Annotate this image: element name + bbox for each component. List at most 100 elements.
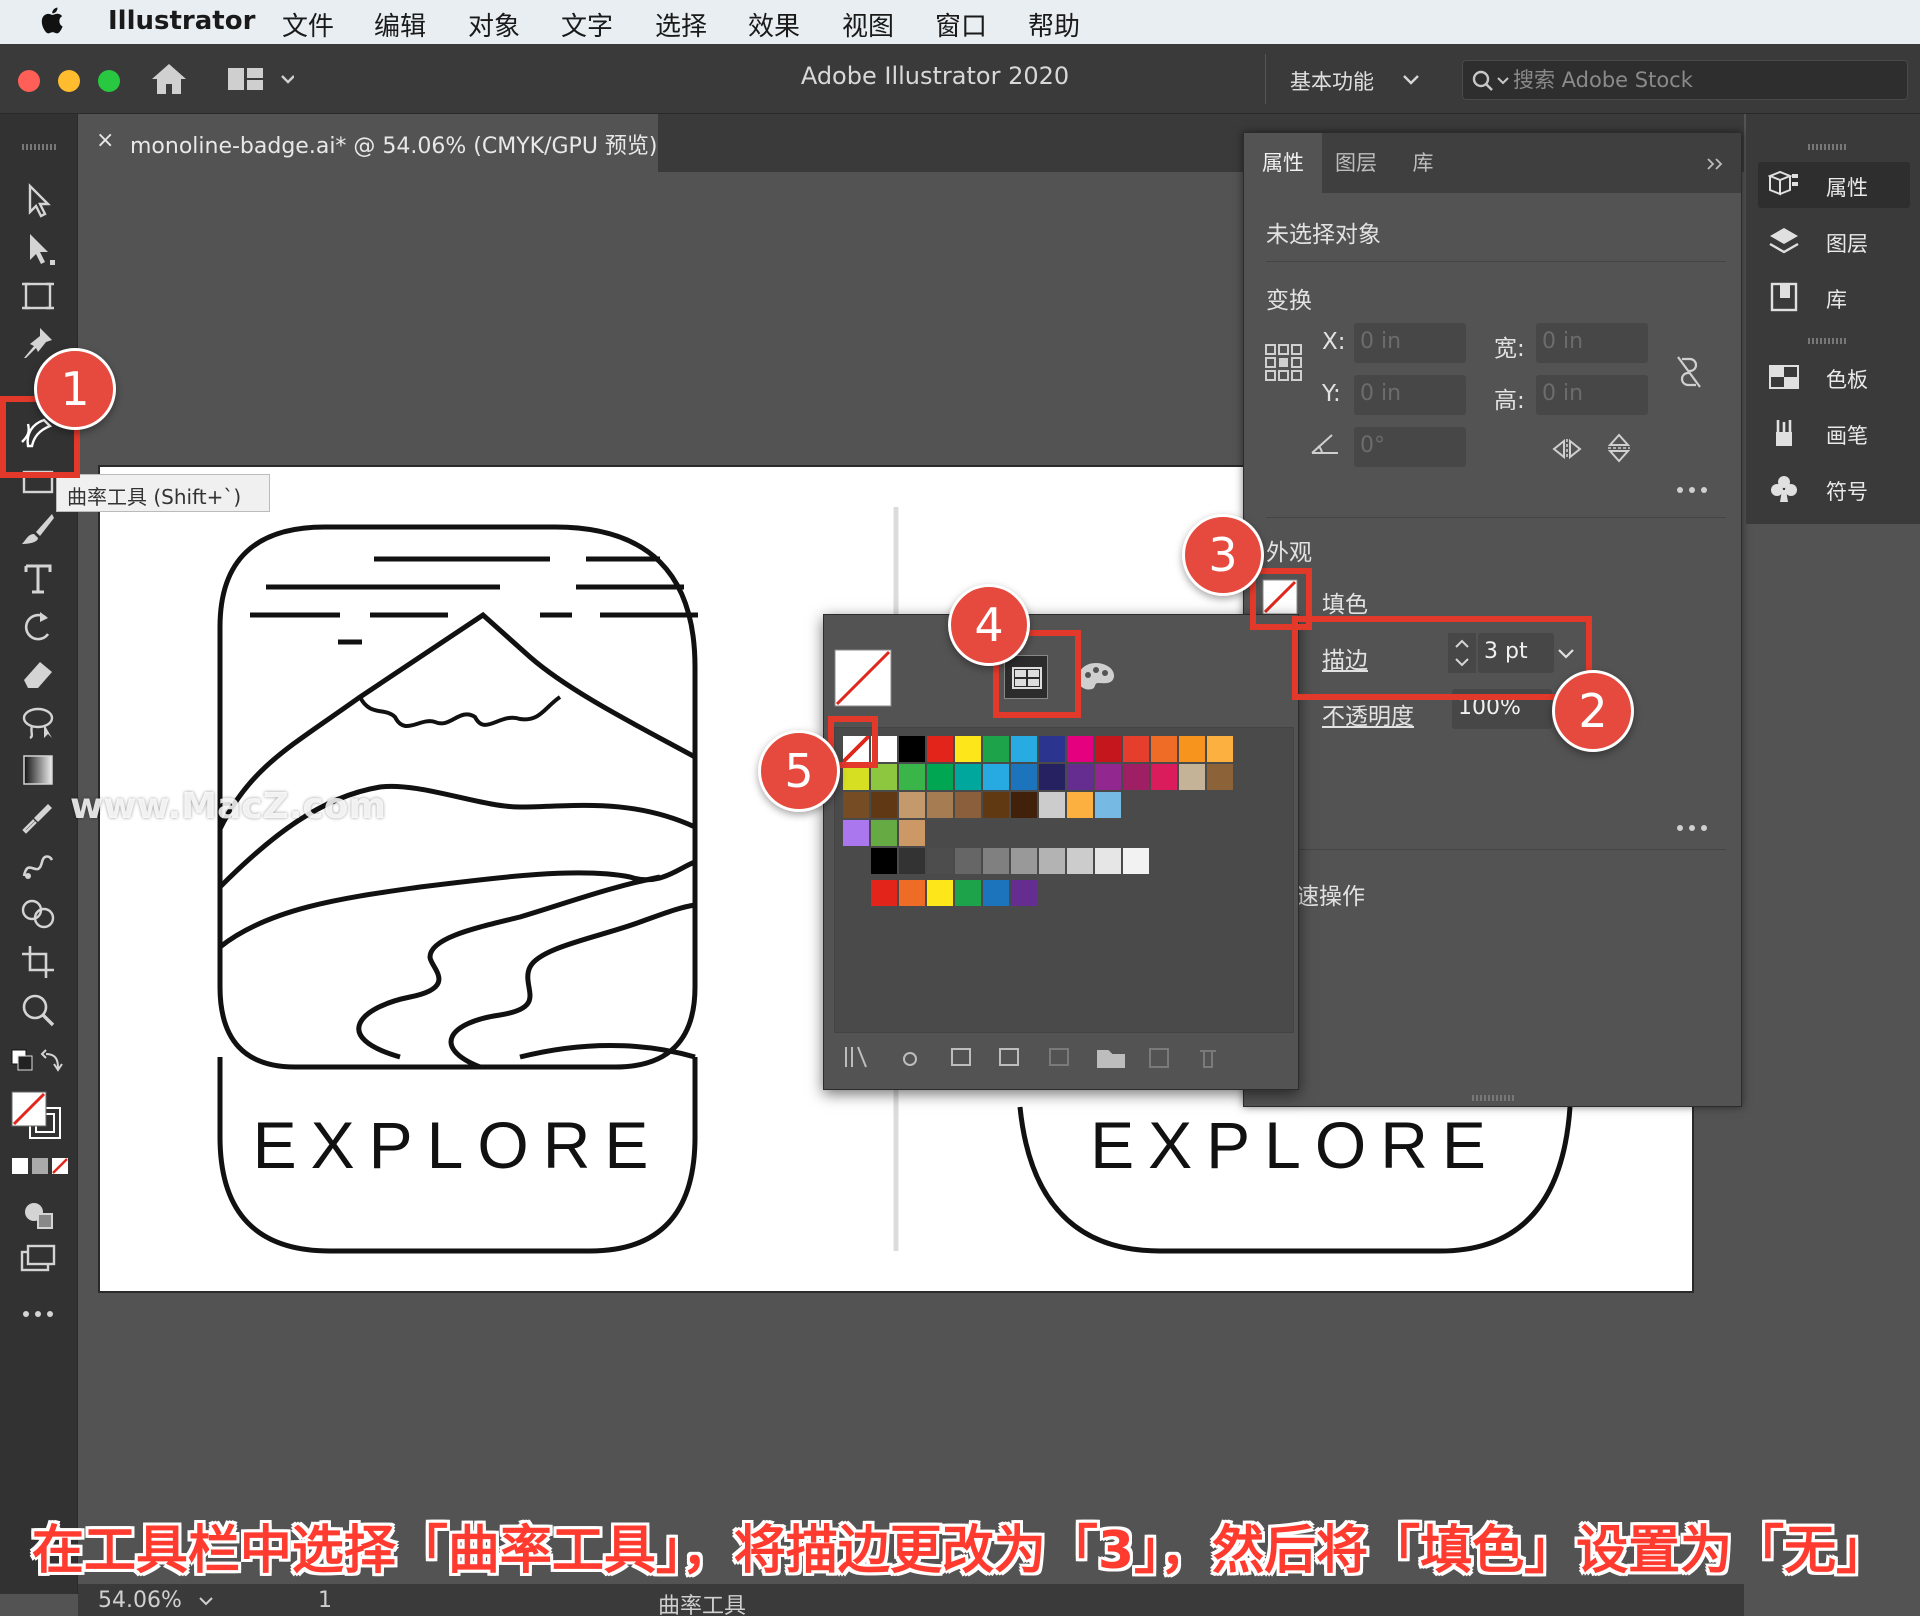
page-number[interactable]: 1 — [318, 1588, 332, 1613]
swatch-cell[interactable] — [871, 880, 897, 906]
menu-help[interactable]: 帮助 — [1028, 6, 1080, 43]
dock-grip[interactable] — [1808, 338, 1846, 344]
artboard-tool-icon[interactable] — [18, 276, 58, 316]
menu-window[interactable]: 窗口 — [935, 6, 987, 43]
swatch-cell[interactable] — [899, 764, 925, 790]
dock-symbols[interactable]: 符号 — [1758, 466, 1910, 512]
y-field[interactable]: 0 in — [1354, 375, 1466, 415]
workspace-switcher[interactable]: 基本功能 — [1290, 66, 1374, 96]
reference-point-icon[interactable] — [1264, 343, 1304, 383]
search-input[interactable] — [1513, 67, 1893, 93]
zoom-level[interactable]: 54.06% — [98, 1588, 182, 1613]
fill-label[interactable]: 填色 — [1322, 585, 1368, 619]
dock-grip[interactable] — [1808, 144, 1846, 150]
swatch-grid[interactable] — [835, 728, 1295, 1028]
dock-layers[interactable]: 图层 — [1758, 218, 1910, 264]
type-tool-icon[interactable] — [18, 558, 58, 598]
panel-expand-icon[interactable] — [1706, 157, 1726, 171]
swatch-cell[interactable] — [1095, 848, 1121, 874]
flip-vertical-icon[interactable] — [1606, 433, 1632, 463]
constrain-proportions-icon[interactable] — [1674, 355, 1704, 389]
swatch-cell[interactable] — [955, 880, 981, 906]
draw-mode-icon[interactable] — [18, 1194, 58, 1234]
screen-mode-icon[interactable] — [18, 1240, 58, 1280]
swatch-cell[interactable] — [1123, 736, 1149, 762]
swatch-cell[interactable] — [1067, 792, 1093, 818]
swatch-cell[interactable] — [1207, 764, 1233, 790]
swatch-cell[interactable] — [1067, 764, 1093, 790]
swatch-cell[interactable] — [955, 792, 981, 818]
menu-object[interactable]: 对象 — [468, 6, 520, 43]
swatch-cell[interactable] — [1011, 848, 1037, 874]
swatch-cell[interactable] — [1095, 764, 1121, 790]
swatch-cell[interactable] — [871, 792, 897, 818]
swatch-cell[interactable] — [1011, 764, 1037, 790]
tab-libraries[interactable]: 库 — [1390, 133, 1456, 193]
swatch-cell[interactable] — [1011, 880, 1037, 906]
close-tab-icon[interactable]: × — [96, 128, 114, 153]
swatch-cell[interactable] — [983, 848, 1009, 874]
color-mode-icons[interactable] — [12, 1156, 68, 1176]
swatch-cell[interactable] — [955, 764, 981, 790]
eyedropper-tool-icon[interactable] — [18, 798, 58, 838]
swatch-cell[interactable] — [927, 736, 953, 762]
swatch-cell[interactable] — [1123, 764, 1149, 790]
eraser-tool-icon[interactable] — [18, 654, 58, 694]
swatch-cell[interactable] — [1207, 736, 1233, 762]
swatch-cell[interactable] — [1039, 792, 1065, 818]
swatch-cell[interactable] — [1095, 792, 1121, 818]
height-field[interactable]: 0 in — [1536, 375, 1648, 415]
document-tab[interactable]: × monoline-badge.ai* @ 54.06% (CMYK/GPU … — [78, 114, 658, 172]
swatch-cell[interactable] — [927, 848, 953, 874]
swatch-cell[interactable] — [1151, 736, 1177, 762]
shape-builder-tool-icon[interactable] — [18, 894, 58, 934]
panel-grip[interactable] — [22, 144, 58, 150]
apple-icon[interactable] — [40, 6, 68, 36]
swatch-cell[interactable] — [1151, 764, 1177, 790]
menu-type[interactable]: 文字 — [561, 6, 613, 43]
menu-select[interactable]: 选择 — [655, 6, 707, 43]
tab-layers[interactable]: 图层 — [1322, 133, 1390, 193]
lasso-tool-icon[interactable] — [18, 702, 58, 742]
swatch-cell[interactable] — [871, 848, 897, 874]
swatch-cell[interactable] — [983, 880, 1009, 906]
swatch-cell[interactable] — [1095, 736, 1121, 762]
zoom-tool-icon[interactable] — [18, 990, 58, 1030]
zoom-dropdown-icon[interactable] — [198, 1596, 214, 1606]
swatch-cell[interactable] — [1067, 848, 1093, 874]
dock-libraries[interactable]: 库 — [1758, 274, 1910, 320]
fill-stroke-indicator-icon[interactable] — [10, 1090, 68, 1140]
swatch-cell[interactable] — [899, 820, 925, 846]
swatch-cell[interactable] — [983, 736, 1009, 762]
menu-app-name[interactable]: Illustrator — [108, 6, 255, 36]
stock-search-box[interactable] — [1462, 60, 1908, 100]
dock-swatches[interactable]: 色板 — [1758, 354, 1910, 400]
swatch-cell[interactable] — [927, 792, 953, 818]
flip-horizontal-icon[interactable] — [1552, 437, 1582, 461]
x-field[interactable]: 0 in — [1354, 323, 1466, 363]
tab-properties[interactable]: 属性 — [1244, 133, 1322, 193]
blend-tool-icon[interactable] — [18, 846, 58, 886]
swatch-cell[interactable] — [1179, 736, 1205, 762]
dock-properties[interactable]: 属性 — [1758, 162, 1910, 208]
swap-fill-stroke-icon[interactable] — [10, 1048, 68, 1078]
swatch-cell[interactable] — [1011, 736, 1037, 762]
swatch-cell[interactable] — [843, 792, 869, 818]
rotate-tool-icon[interactable] — [18, 606, 58, 646]
swatch-cell[interactable] — [1011, 792, 1037, 818]
width-field[interactable]: 0 in — [1536, 323, 1648, 363]
swatch-cell[interactable] — [899, 848, 925, 874]
swatch-cell[interactable] — [899, 736, 925, 762]
dock-brushes[interactable]: 画笔 — [1758, 410, 1910, 456]
direct-selection-tool-icon[interactable] — [18, 228, 58, 268]
swatch-cell[interactable] — [955, 736, 981, 762]
swatch-cell[interactable] — [983, 764, 1009, 790]
swatch-cell[interactable] — [1123, 848, 1149, 874]
crop-tool-icon[interactable] — [18, 942, 58, 982]
chevron-down-icon[interactable] — [1402, 74, 1420, 86]
swatch-cell[interactable] — [1039, 736, 1065, 762]
more-tools-icon[interactable] — [18, 1294, 58, 1334]
swatch-cell[interactable] — [871, 820, 897, 846]
gradient-tool-icon[interactable] — [18, 750, 58, 790]
swatch-cell[interactable] — [927, 764, 953, 790]
